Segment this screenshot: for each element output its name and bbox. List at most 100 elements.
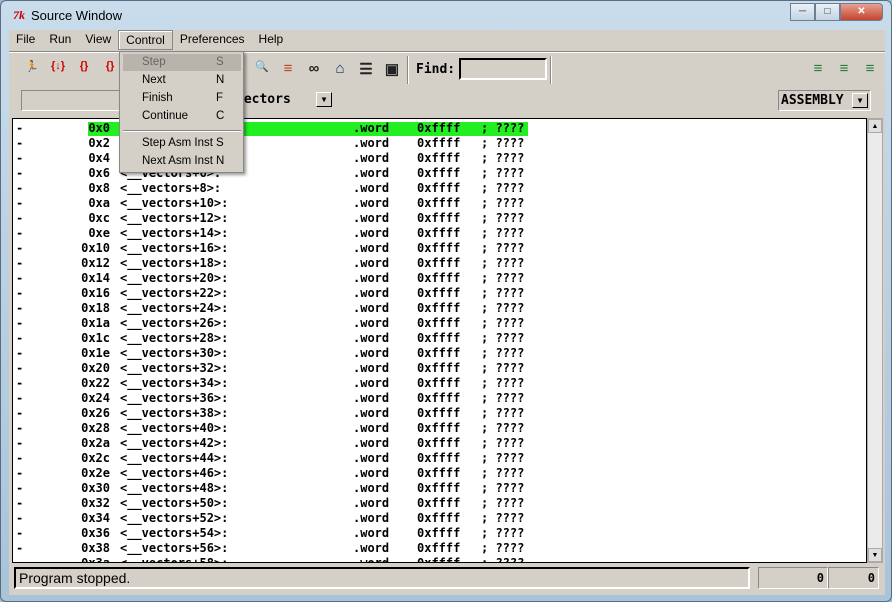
code-row[interactable]: - 0x1a <__vectors+26>: .word 0xffff ; ???? <box>13 316 866 331</box>
comment: ; ???? <box>481 511 525 525</box>
breakpoint-marker[interactable]: - <box>16 346 23 361</box>
vertical-scrollbar[interactable]: ▲ ▼ <box>867 118 883 563</box>
menu-preferences[interactable]: Preferences <box>173 30 252 50</box>
breakpoint-marker[interactable]: - <box>16 181 23 196</box>
code-row[interactable]: - 0x32 <__vectors+50>: .word 0xffff ; ???? <box>13 496 866 511</box>
mode-combo[interactable]: ASSEMBLY ▼ <box>778 90 871 111</box>
code-row[interactable]: - 0x1e <__vectors+30>: .word 0xffff ; ???? <box>13 346 866 361</box>
breakpoint-list-icon[interactable]: ☰ <box>355 60 377 78</box>
breakpoint-marker[interactable]: - <box>16 166 23 181</box>
address: 0x2 <box>88 136 110 150</box>
breakpoint-marker[interactable]: - <box>16 121 23 136</box>
code-row[interactable]: - 0x3a <__vectors+58>: .word 0xffff ; ???? <box>13 556 866 562</box>
menu-item-continue[interactable]: Continue C <box>123 108 241 125</box>
breakpoint-marker[interactable]: - <box>16 541 23 556</box>
menu-item-next[interactable]: Next N <box>123 72 241 89</box>
code-row[interactable]: - 0x1c <__vectors+28>: .word 0xffff ; ???? <box>13 331 866 346</box>
code-row[interactable]: - 0xe <__vectors+14>: .word 0xffff ; ???? <box>13 226 866 241</box>
scroll-down-button[interactable]: ▼ <box>868 548 882 562</box>
breakpoint-marker[interactable]: - <box>16 511 23 526</box>
source-code-view[interactable]: -0x0<__vectors>:.word0xffff; ????-0x2<__… <box>12 118 867 563</box>
step-icon[interactable]: {↓} <box>47 60 69 72</box>
breakpoint-marker[interactable]: - <box>16 481 23 496</box>
chevron-down-icon[interactable]: ▼ <box>316 92 332 107</box>
code-row[interactable]: - 0x12 <__vectors+18>: .word 0xffff ; ???? <box>13 256 866 271</box>
chevron-down-icon[interactable]: ▼ <box>852 93 868 108</box>
code-row[interactable]: - 0xa <__vectors+10>: .word 0xffff ; ???? <box>13 196 866 211</box>
menu-control[interactable]: Control <box>118 30 173 50</box>
code-row[interactable]: - 0x22 <__vectors+34>: .word 0xffff ; ???? <box>13 376 866 391</box>
code-row[interactable]: - 0x26 <__vectors+38>: .word 0xffff ; ???? <box>13 406 866 421</box>
breakpoint-marker[interactable]: - <box>16 466 23 481</box>
breakpoint-marker[interactable]: - <box>16 226 23 241</box>
breakpoint-marker[interactable]: - <box>16 526 23 541</box>
home-icon[interactable]: ⌂ <box>329 60 351 77</box>
code-row[interactable]: - 0x20 <__vectors+32>: .word 0xffff ; ???? <box>13 361 866 376</box>
breakpoint-marker[interactable]: - <box>16 406 23 421</box>
menu-item-step[interactable]: Step S <box>123 54 241 71</box>
breakpoint-marker[interactable]: - <box>16 331 23 346</box>
function-combo[interactable]: vectors ▼ <box>234 90 334 111</box>
watch-icon[interactable]: ∞ <box>303 60 325 77</box>
code-row[interactable]: - 0xc <__vectors+12>: .word 0xffff ; ???? <box>13 211 866 226</box>
breakpoint-marker[interactable]: - <box>16 211 23 226</box>
breakpoint-marker[interactable]: - <box>16 301 23 316</box>
next-icon[interactable]: {} <box>73 60 95 72</box>
breakpoint-marker[interactable]: - <box>16 451 23 466</box>
breakpoint-marker[interactable]: - <box>16 421 23 436</box>
code-row[interactable]: - 0x34 <__vectors+52>: .word 0xffff ; ???? <box>13 511 866 526</box>
code-row[interactable]: - 0x2a <__vectors+42>: .word 0xffff ; ???? <box>13 436 866 451</box>
menu-item-finish[interactable]: Finish F <box>123 90 241 107</box>
search-icon[interactable]: 🔍 <box>251 60 273 73</box>
breakpoint-marker[interactable]: - <box>16 196 23 211</box>
menu-help[interactable]: Help <box>252 30 291 50</box>
breakpoint-marker[interactable]: - <box>16 286 23 301</box>
address: 0x32 <box>81 496 110 510</box>
code-row[interactable]: - 0x2c <__vectors+44>: .word 0xffff ; ???? <box>13 451 866 466</box>
operand: 0xffff <box>417 421 461 435</box>
code-row[interactable]: - 0x38 <__vectors+56>: .word 0xffff ; ???? <box>13 541 866 556</box>
breakpoint-marker[interactable]: - <box>16 241 23 256</box>
breakpoint-marker[interactable]: - <box>16 256 23 271</box>
code-row[interactable]: - 0x36 <__vectors+54>: .word 0xffff ; ???? <box>13 526 866 541</box>
breakpoint-marker[interactable]: - <box>16 556 23 562</box>
code-row[interactable]: - 0x30 <__vectors+48>: .word 0xffff ; ???? <box>13 481 866 496</box>
menu-run[interactable]: Run <box>42 30 78 50</box>
code-row[interactable]: - 0x14 <__vectors+20>: .word 0xffff ; ???? <box>13 271 866 286</box>
code-row[interactable]: - 0x24 <__vectors+36>: .word 0xffff ; ???? <box>13 391 866 406</box>
close-button[interactable]: ✕ <box>840 3 883 21</box>
maximize-button[interactable]: □ <box>815 3 840 21</box>
breakpoint-marker[interactable]: - <box>16 436 23 451</box>
menu-item-step-asm-inst[interactable]: Step Asm Inst S <box>123 135 241 152</box>
file-combo[interactable] <box>21 90 121 111</box>
menu-item-label: Next <box>142 74 166 86</box>
scroll-up-button[interactable]: ▲ <box>868 119 882 133</box>
frame-down-icon[interactable]: ≡ <box>807 60 829 77</box>
breakpoint-marker[interactable]: - <box>16 376 23 391</box>
run-icon[interactable]: 🏃 <box>21 60 43 73</box>
breakpoint-marker[interactable]: - <box>16 361 23 376</box>
code-row[interactable]: - 0x8 <__vectors+8>: .word 0xffff ; ???? <box>13 181 866 196</box>
menu-file[interactable]: File <box>9 30 42 50</box>
code-row[interactable]: - 0x18 <__vectors+24>: .word 0xffff ; ???? <box>13 301 866 316</box>
menu-item-next-asm-inst[interactable]: Next Asm Inst N <box>123 153 241 170</box>
code-row[interactable]: - 0x10 <__vectors+16>: .word 0xffff ; ???? <box>13 241 866 256</box>
code-row[interactable]: - 0x2e <__vectors+46>: .word 0xffff ; ???? <box>13 466 866 481</box>
breakpoint-marker[interactable]: - <box>16 151 23 166</box>
frame-bottom-icon[interactable]: ≡ <box>859 60 881 77</box>
minimize-button[interactable]: ─ <box>790 3 815 21</box>
menu-view[interactable]: View <box>78 30 118 50</box>
finish-icon[interactable]: {} <box>99 60 121 72</box>
find-input[interactable] <box>459 58 547 80</box>
breakpoint-marker[interactable]: - <box>16 496 23 511</box>
breakpoint-marker[interactable]: - <box>16 271 23 286</box>
breakpoint-marker[interactable]: - <box>16 136 23 151</box>
frame-up-icon[interactable]: ≡ <box>833 60 855 77</box>
operand: 0xffff <box>417 331 461 345</box>
console-icon[interactable]: ▣ <box>381 60 403 78</box>
code-row[interactable]: - 0x16 <__vectors+22>: .word 0xffff ; ???? <box>13 286 866 301</box>
stack-icon[interactable]: ≡ <box>277 60 299 77</box>
code-row[interactable]: - 0x28 <__vectors+40>: .word 0xffff ; ???? <box>13 421 866 436</box>
breakpoint-marker[interactable]: - <box>16 316 23 331</box>
breakpoint-marker[interactable]: - <box>16 391 23 406</box>
